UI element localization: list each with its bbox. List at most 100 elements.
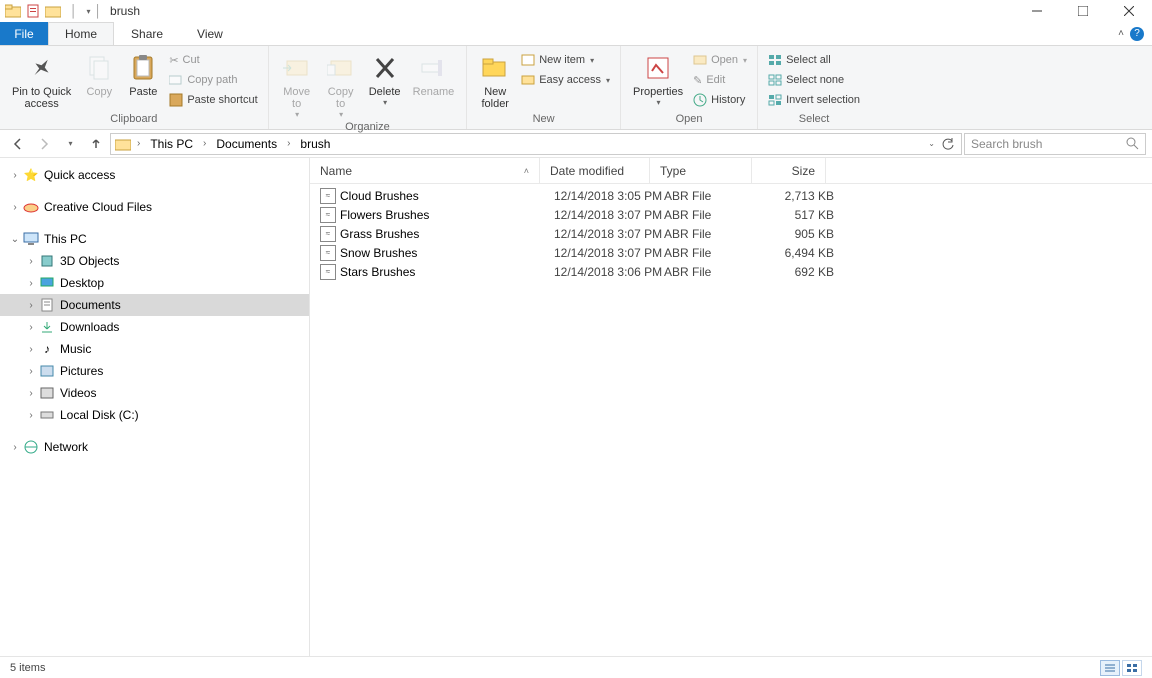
creative-cloud-icon [22, 199, 40, 215]
refresh-icon[interactable] [941, 137, 955, 151]
downloads-icon [38, 319, 56, 335]
collapse-ribbon-icon[interactable]: ˄ [1118, 28, 1124, 39]
qat-dropdown-icon[interactable]: ▾ [87, 7, 91, 16]
edit-button[interactable]: ✎Edit [689, 70, 751, 90]
move-to-button[interactable]: Move to▾ [275, 48, 319, 121]
monitor-icon [22, 231, 40, 247]
nav-up-button[interactable] [84, 132, 108, 156]
tab-share[interactable]: Share [114, 22, 180, 45]
tree-3d-objects[interactable]: ›3D Objects [0, 250, 309, 272]
addr-dropdown-icon[interactable]: ⌄ [928, 139, 935, 148]
music-icon: ♪ [38, 341, 56, 357]
abr-file-icon: ≈ [320, 207, 336, 223]
star-icon: ⭐ [22, 167, 40, 183]
select-none-icon [768, 74, 782, 86]
window-title: brush [110, 4, 140, 18]
tree-network[interactable]: ›Network [0, 436, 309, 458]
delete-icon [369, 52, 401, 84]
column-date-header[interactable]: Date modified [540, 158, 650, 183]
desktop-icon [38, 275, 56, 291]
disk-icon [38, 407, 56, 423]
select-all-button[interactable]: Select all [764, 50, 864, 70]
nav-back-button[interactable] [6, 132, 30, 156]
tree-documents[interactable]: ›Documents [0, 294, 309, 316]
easy-access-button[interactable]: Easy access▾ [517, 70, 614, 90]
rename-button[interactable]: Rename [407, 48, 461, 100]
videos-icon [38, 385, 56, 401]
tree-desktop[interactable]: ›Desktop [0, 272, 309, 294]
file-list[interactable]: ≈Cloud Brushes12/14/2018 3:05 PMABR File… [310, 184, 1152, 281]
search-placeholder: Search brush [971, 137, 1042, 151]
new-item-button[interactable]: New item▾ [517, 50, 614, 70]
tree-videos[interactable]: ›Videos [0, 382, 309, 404]
table-row[interactable]: ≈Cloud Brushes12/14/2018 3:05 PMABR File… [310, 186, 1152, 205]
edit-icon: ✎ [693, 74, 702, 87]
paste-button[interactable]: Paste [121, 48, 165, 100]
tree-quick-access[interactable]: ›⭐Quick access [0, 164, 309, 186]
table-row[interactable]: ≈Flowers Brushes12/14/2018 3:07 PMABR Fi… [310, 205, 1152, 224]
column-type-header[interactable]: Type [650, 158, 752, 183]
history-button[interactable]: History [689, 90, 751, 110]
help-icon[interactable]: ? [1130, 27, 1144, 41]
cut-button[interactable]: ✂Cut [165, 50, 261, 70]
view-details-button[interactable] [1100, 660, 1120, 676]
minimize-button[interactable] [1014, 0, 1060, 22]
select-none-button[interactable]: Select none [764, 70, 864, 90]
tab-home[interactable]: Home [48, 22, 114, 45]
abr-file-icon: ≈ [320, 188, 336, 204]
properties-icon [642, 52, 674, 84]
new-folder-icon [479, 52, 511, 84]
pictures-icon [38, 363, 56, 379]
nav-recent-dropdown[interactable]: ▾ [58, 132, 82, 156]
tree-this-pc[interactable]: ⌄This PC [0, 228, 309, 250]
new-folder-button[interactable]: New folder [473, 48, 517, 112]
documents-icon [38, 297, 56, 313]
copy-path-icon [169, 74, 183, 86]
address-bar[interactable]: › This PC › Documents › brush ⌄ [110, 133, 962, 155]
close-button[interactable] [1106, 0, 1152, 22]
folder-open-qat-icon[interactable] [44, 2, 62, 20]
paste-shortcut-icon [169, 93, 183, 107]
view-large-icons-button[interactable] [1122, 660, 1142, 676]
copy-button[interactable]: Copy [77, 48, 121, 100]
table-row[interactable]: ≈Grass Brushes12/14/2018 3:07 PMABR File… [310, 224, 1152, 243]
table-row[interactable]: ≈Stars Brushes12/14/2018 3:06 PMABR File… [310, 262, 1152, 281]
pin-to-quick-access-button[interactable]: Pin to Quick access [6, 48, 77, 112]
tree-creative-cloud[interactable]: ›Creative Cloud Files [0, 196, 309, 218]
move-to-icon [281, 52, 313, 84]
properties-qat-icon[interactable] [24, 2, 42, 20]
tree-pictures[interactable]: ›Pictures [0, 360, 309, 382]
abr-file-icon: ≈ [320, 264, 336, 280]
open-button[interactable]: Open▾ [689, 50, 751, 70]
addr-seg-documents[interactable]: Documents [210, 134, 283, 154]
status-item-count: 5 items [10, 662, 45, 674]
sort-indicator-icon: ˄ [524, 166, 529, 176]
search-input[interactable]: Search brush [964, 133, 1146, 155]
history-icon [693, 93, 707, 107]
properties-button[interactable]: Properties▾ [627, 48, 689, 109]
qat-separator: │ [70, 4, 78, 18]
tree-local-disk[interactable]: ›Local Disk (C:) [0, 404, 309, 426]
group-open-label: Open [627, 113, 751, 129]
table-row[interactable]: ≈Snow Brushes12/14/2018 3:07 PMABR File6… [310, 243, 1152, 262]
addr-seg-brush[interactable]: brush [294, 134, 336, 154]
column-name-header[interactable]: Name˄ [310, 158, 540, 183]
copy-path-button[interactable]: Copy path [165, 70, 261, 90]
tab-file[interactable]: File [0, 22, 48, 45]
invert-selection-button[interactable]: Invert selection [764, 90, 864, 110]
navigation-pane[interactable]: ›⭐Quick access ›Creative Cloud Files ⌄Th… [0, 158, 310, 656]
column-size-header[interactable]: Size [752, 158, 826, 183]
copy-to-button[interactable]: Copy to▾ [319, 48, 363, 121]
delete-button[interactable]: Delete▾ [363, 48, 407, 109]
network-icon [22, 439, 40, 455]
maximize-button[interactable] [1060, 0, 1106, 22]
abr-file-icon: ≈ [320, 245, 336, 261]
paste-shortcut-button[interactable]: Paste shortcut [165, 90, 261, 110]
tab-view[interactable]: View [180, 22, 240, 45]
nav-forward-button[interactable] [32, 132, 56, 156]
addr-seg-this-pc[interactable]: This PC [144, 134, 199, 154]
tree-music[interactable]: ›♪Music [0, 338, 309, 360]
tree-downloads[interactable]: ›Downloads [0, 316, 309, 338]
search-icon [1126, 137, 1139, 150]
objects3d-icon [38, 253, 56, 269]
